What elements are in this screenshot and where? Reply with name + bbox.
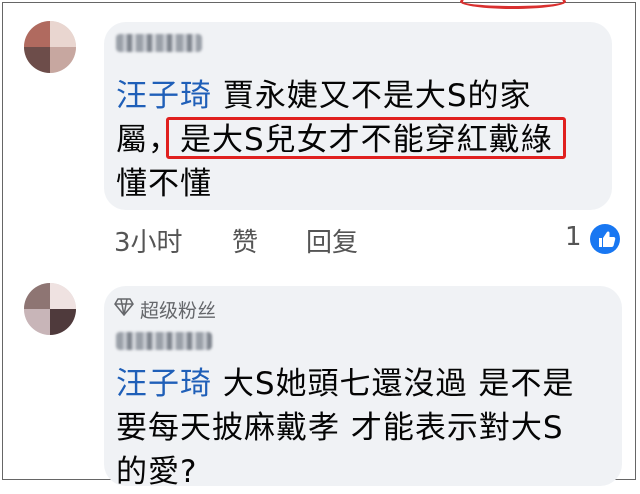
reply-button[interactable]: 回复: [306, 222, 358, 259]
timestamp: 3小时: [114, 228, 183, 258]
diamond-icon: [114, 298, 134, 320]
comment-bubble: 超级粉丝 汪子琦 大S她頭七還沒過 是不是 要每天披麻戴孝 才能表示對大S 的愛…: [104, 286, 622, 490]
comment-text: 汪子琦 大S她頭七還沒過 是不是 要每天披麻戴孝 才能表示對大S 的愛?: [116, 366, 575, 490]
reaction-count[interactable]: 1: [565, 222, 582, 252]
avatar[interactable]: [24, 283, 76, 335]
thumbs-up-icon[interactable]: [590, 224, 620, 254]
super-fan-badge: 超级粉丝: [140, 300, 217, 322]
highlight-box: [166, 117, 566, 159]
commenter-name-blurred[interactable]: [116, 34, 202, 52]
mention-link[interactable]: 汪子琦: [116, 366, 212, 402]
comment-actions: 3小时 赞 回复: [114, 222, 414, 258]
avatar[interactable]: [24, 21, 76, 73]
commenter-name-blurred[interactable]: [116, 332, 212, 350]
comment-bubble: 汪子琦 賈永婕又不是大S的家 屬，是大S兒女才不能穿紅戴綠 懂不懂: [104, 22, 612, 210]
like-button[interactable]: 赞: [232, 222, 258, 259]
mention-link[interactable]: 汪子琦: [116, 78, 212, 114]
